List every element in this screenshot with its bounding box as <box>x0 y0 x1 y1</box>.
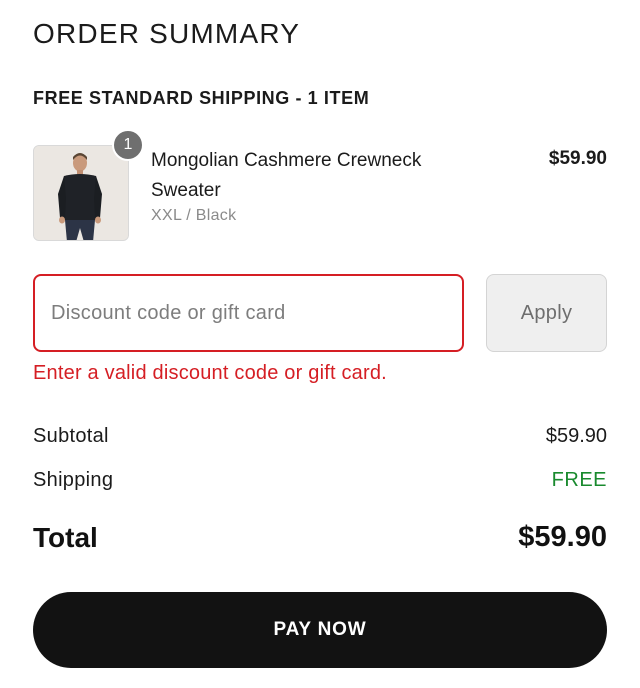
subtotal-value: $59.90 <box>545 425 607 447</box>
product-photo-icon <box>34 146 128 240</box>
item-price: $59.90 <box>548 148 607 169</box>
quantity-badge: 1 <box>112 129 144 161</box>
total-label: Total <box>33 522 98 553</box>
subtotal-label: Subtotal <box>33 425 109 447</box>
product-thumbnail <box>33 145 129 241</box>
discount-code-input[interactable] <box>33 274 464 352</box>
item-name: Mongolian Cashmere Crewneck Sweater <box>151 150 422 201</box>
shipping-label: Shipping <box>33 469 114 491</box>
page-title: ORDER SUMMARY <box>33 18 301 49</box>
apply-discount-button[interactable]: Apply <box>486 274 607 352</box>
item-variant: XXL / Black <box>151 207 237 224</box>
shipping-section-title: FREE STANDARD SHIPPING - 1 ITEM <box>33 88 370 108</box>
pay-now-button[interactable]: PAY NOW <box>33 592 607 668</box>
shipping-value: FREE <box>551 469 607 491</box>
discount-error-message: Enter a valid discount code or gift card… <box>33 362 387 384</box>
total-value: $59.90 <box>518 521 607 553</box>
